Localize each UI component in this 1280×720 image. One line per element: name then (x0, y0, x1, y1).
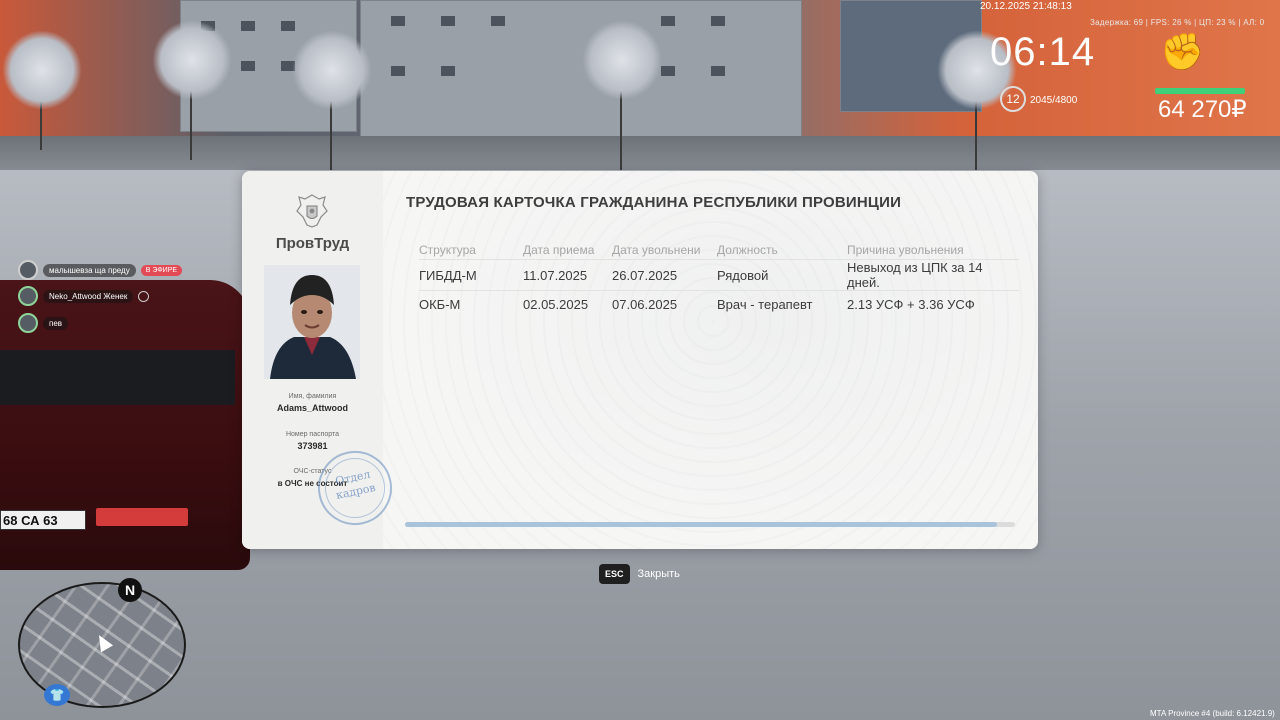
table-cell: 11.07.2025 (523, 259, 612, 291)
table-cell: 2.13 УСФ + 3.36 УСФ (847, 290, 1019, 318)
car-license-plate: 68 СА 63 (0, 510, 86, 530)
microphone-icon (138, 290, 150, 302)
snowy-tree (2, 30, 82, 150)
table-cell: Врач - терапевт (717, 290, 847, 318)
hud-money: 64 270₽ (1158, 96, 1247, 123)
citizen-photo (264, 265, 360, 379)
column-header: Дата приема (523, 243, 595, 257)
card-title: ТРУДОВАЯ КАРТОЧКА ГРАЖДАНИНА РЕСПУБЛИКИ … (406, 194, 902, 211)
card-records-panel: ТРУДОВАЯ КАРТОЧКА ГРАЖДАНИНА РЕСПУБЛИКИ … (383, 171, 1038, 549)
snowy-tree (937, 30, 1017, 170)
build-info: MTA Province #4 (build: 6.12421.9) (1150, 709, 1275, 718)
close-label[interactable]: Закрыть (638, 568, 680, 580)
clothing-shop-icon: 👕 (44, 684, 70, 706)
voice-chat-name: Neko_Attwood Женек (43, 289, 134, 303)
table-row: ОКБ-М 02.05.2025 07.06.2025 Врач - терап… (419, 290, 1019, 318)
apartment-building (360, 0, 802, 137)
table-cell: ОКБ-М (419, 290, 523, 318)
name-label: Имя, фамилия (288, 393, 337, 400)
car-tail-light (96, 508, 188, 526)
passport-value: 373981 (297, 441, 328, 451)
voice-chat-name: пев (43, 316, 69, 330)
column-header: Дата увольнени (612, 243, 701, 257)
hud-datetime: 20.12.2025 21:48:13 (980, 1, 1072, 12)
passport-label: Номер паспорта (285, 431, 340, 438)
level-indicator: 12 (1000, 86, 1026, 112)
table-cell: 02.05.2025 (523, 290, 612, 318)
voice-chat-name: малышевза ща преду (43, 263, 136, 277)
health-bar (1155, 88, 1245, 94)
table-header-row: Структура Дата приема Дата увольнени Дол… (419, 241, 1019, 260)
car-window (0, 350, 235, 405)
coat-of-arms-icon (296, 194, 328, 228)
experience-counter: 2045/4800 (1030, 95, 1078, 106)
table-cell: 07.06.2025 (612, 290, 717, 318)
avatar (18, 313, 38, 333)
snowy-tree (152, 20, 232, 160)
table-cell: Рядовой (717, 259, 847, 291)
column-header: Структура (419, 243, 476, 257)
table-row: ГИБДД-М 11.07.2025 26.07.2025 Рядовой Не… (419, 259, 1019, 291)
scrollbar-fill (405, 522, 997, 527)
close-hint[interactable]: ESC Закрыть (599, 564, 680, 584)
records-scrollbar[interactable] (405, 522, 1015, 527)
north-indicator: N (118, 578, 142, 602)
column-header: Должность (717, 243, 778, 257)
snowy-tree (292, 30, 372, 170)
on-air-badge: В ЭФИРЕ (140, 264, 183, 276)
table-cell: 26.07.2025 (612, 259, 717, 291)
snowy-tree (582, 20, 662, 170)
avatar (18, 286, 38, 306)
esc-key-icon[interactable]: ESC (599, 564, 630, 584)
card-brand: ПровТруд (275, 235, 350, 252)
employment-record-card: ПровТруд Имя, фамилия Adams_Attwood Номе… (242, 171, 1038, 549)
column-header: Причина увольнения (847, 243, 964, 257)
hud-clock: 06:14 (990, 30, 1096, 74)
table-cell: ГИБДД-М (419, 259, 523, 291)
voice-chat-entry: Neko_Attwood Женек (18, 286, 150, 306)
table-cell: Невыход из ЦПК за 14 дней. (847, 259, 1019, 291)
voice-chat-entry: малышевза ща преду В ЭФИРЕ (18, 260, 183, 280)
fist-weapon-icon: ✊ (1160, 31, 1205, 72)
employment-table: Структура Дата приема Дата увольнени Дол… (419, 241, 1019, 318)
avatar (18, 260, 38, 280)
hud-performance-stats: Задержка: 69 | FPS: 26 % | ЦП: 23 % | АЛ… (1090, 18, 1265, 27)
name-value: Adams_Attwood (276, 403, 348, 413)
voice-chat-entry: пев (18, 313, 69, 333)
